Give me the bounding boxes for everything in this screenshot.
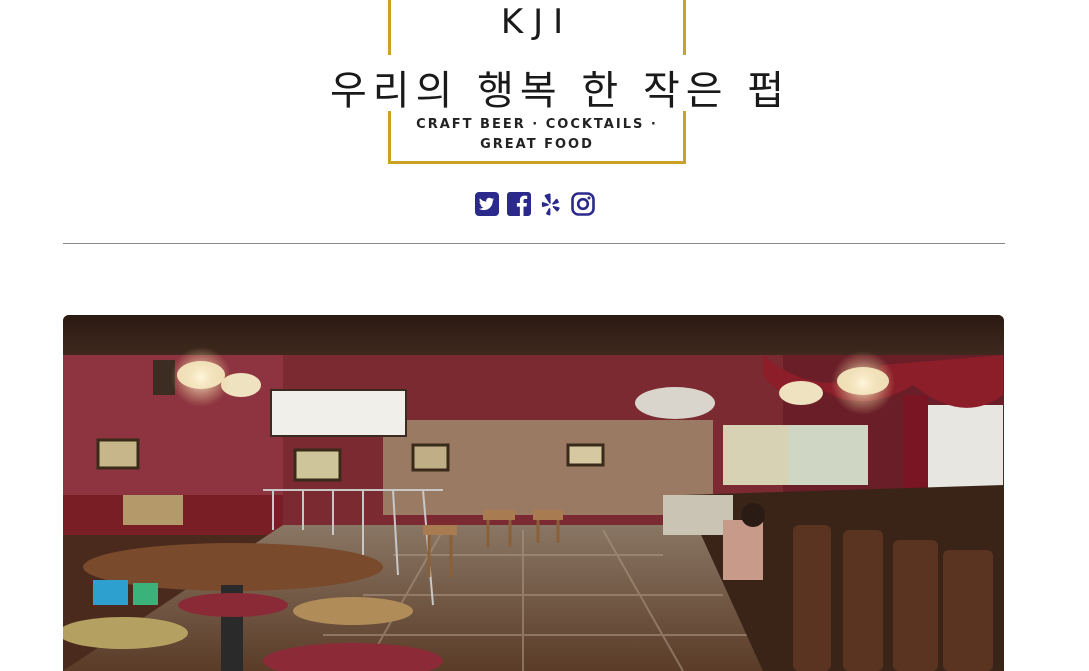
instagram-icon [571,192,595,216]
header-divider [63,243,1005,244]
yelp-icon [541,193,560,216]
twitter-icon [475,192,499,216]
facebook-icon [507,192,531,216]
logo-tagline-line1: CRAFT BEER · COCKTAILS · [416,117,658,132]
logo-tagline-line2: GREAT FOOD [480,137,594,152]
instagram-link[interactable] [570,191,596,217]
yelp-link[interactable] [538,191,564,217]
social-links [474,189,596,219]
logo-wordmark: KJI [500,2,574,42]
facebook-link[interactable] [506,191,532,217]
hero-pub-interior-photo [63,315,1004,671]
logo-korean-title: 우리의 행복 한 작은 펍 [330,68,791,114]
page: KJI 우리의 행복 한 작은 펍 CRAFT BEER · COCKTAILS… [0,0,1089,671]
twitter-link[interactable] [474,191,500,217]
